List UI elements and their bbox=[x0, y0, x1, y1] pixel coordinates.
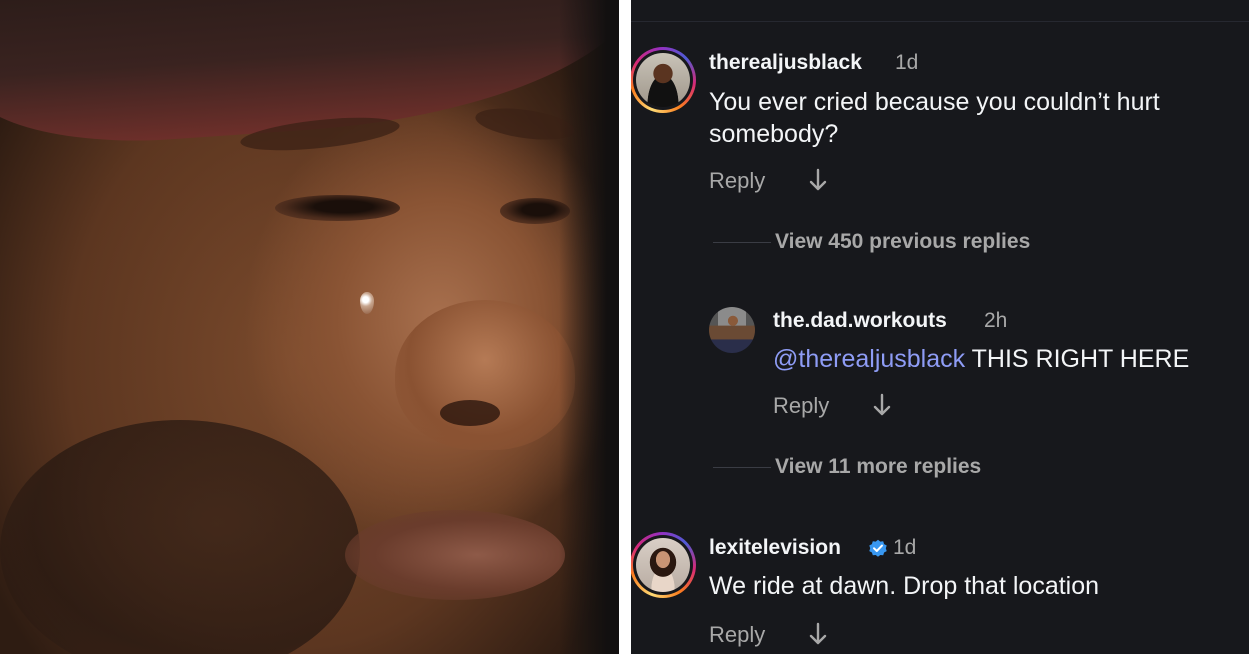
lips-shape bbox=[345, 510, 565, 600]
comment-time: 1d bbox=[893, 536, 917, 559]
story-ring[interactable] bbox=[631, 47, 696, 113]
verified-badge-icon bbox=[869, 539, 887, 557]
comment-text-rest: THIS RIGHT HERE bbox=[965, 345, 1190, 373]
left-eye-shape bbox=[275, 195, 400, 221]
comment-time: 1d bbox=[895, 51, 919, 74]
avatar[interactable] bbox=[709, 307, 755, 353]
translate-arrow-icon[interactable] bbox=[872, 393, 892, 417]
background-edge bbox=[559, 0, 619, 654]
comment-username[interactable]: lexitelevision bbox=[709, 536, 841, 560]
comment-username[interactable]: therealjusblack bbox=[709, 51, 862, 75]
crying-man-photo bbox=[0, 0, 619, 654]
top-divider bbox=[631, 21, 1249, 22]
tear-shape bbox=[360, 292, 374, 314]
translate-arrow-icon[interactable] bbox=[808, 168, 828, 192]
view-previous-replies-button[interactable]: View 450 previous replies bbox=[775, 230, 1030, 254]
comments-panel: therealjusblack 1d You ever cried becaus… bbox=[631, 0, 1249, 654]
translate-arrow-icon[interactable] bbox=[808, 622, 828, 646]
reply-button[interactable]: Reply bbox=[773, 393, 829, 419]
reply-button[interactable]: Reply bbox=[709, 622, 765, 648]
comment-text: You ever cried because you couldn’t hurt… bbox=[709, 88, 1160, 148]
comment-username[interactable]: the.dad.workouts bbox=[773, 309, 947, 333]
panel-divider bbox=[619, 0, 631, 654]
comment-text: We ride at dawn. Drop that location bbox=[709, 572, 1100, 600]
comment-time: 2h bbox=[984, 309, 1008, 332]
avatar bbox=[636, 538, 690, 592]
avatar bbox=[636, 53, 690, 107]
replies-divider bbox=[713, 467, 771, 468]
story-ring[interactable] bbox=[631, 532, 696, 598]
replies-divider bbox=[713, 242, 771, 243]
beard-shape bbox=[0, 420, 360, 654]
view-more-replies-button[interactable]: View 11 more replies bbox=[775, 455, 981, 479]
comment-text: @therealjusblack THIS RIGHT HERE bbox=[773, 343, 1243, 375]
nostril-shape bbox=[440, 400, 500, 426]
page: therealjusblack 1d You ever cried becaus… bbox=[0, 0, 1249, 654]
nose-shape bbox=[395, 300, 575, 450]
reply-button[interactable]: Reply bbox=[709, 168, 765, 194]
mention-link[interactable]: @therealjusblack bbox=[773, 345, 965, 373]
